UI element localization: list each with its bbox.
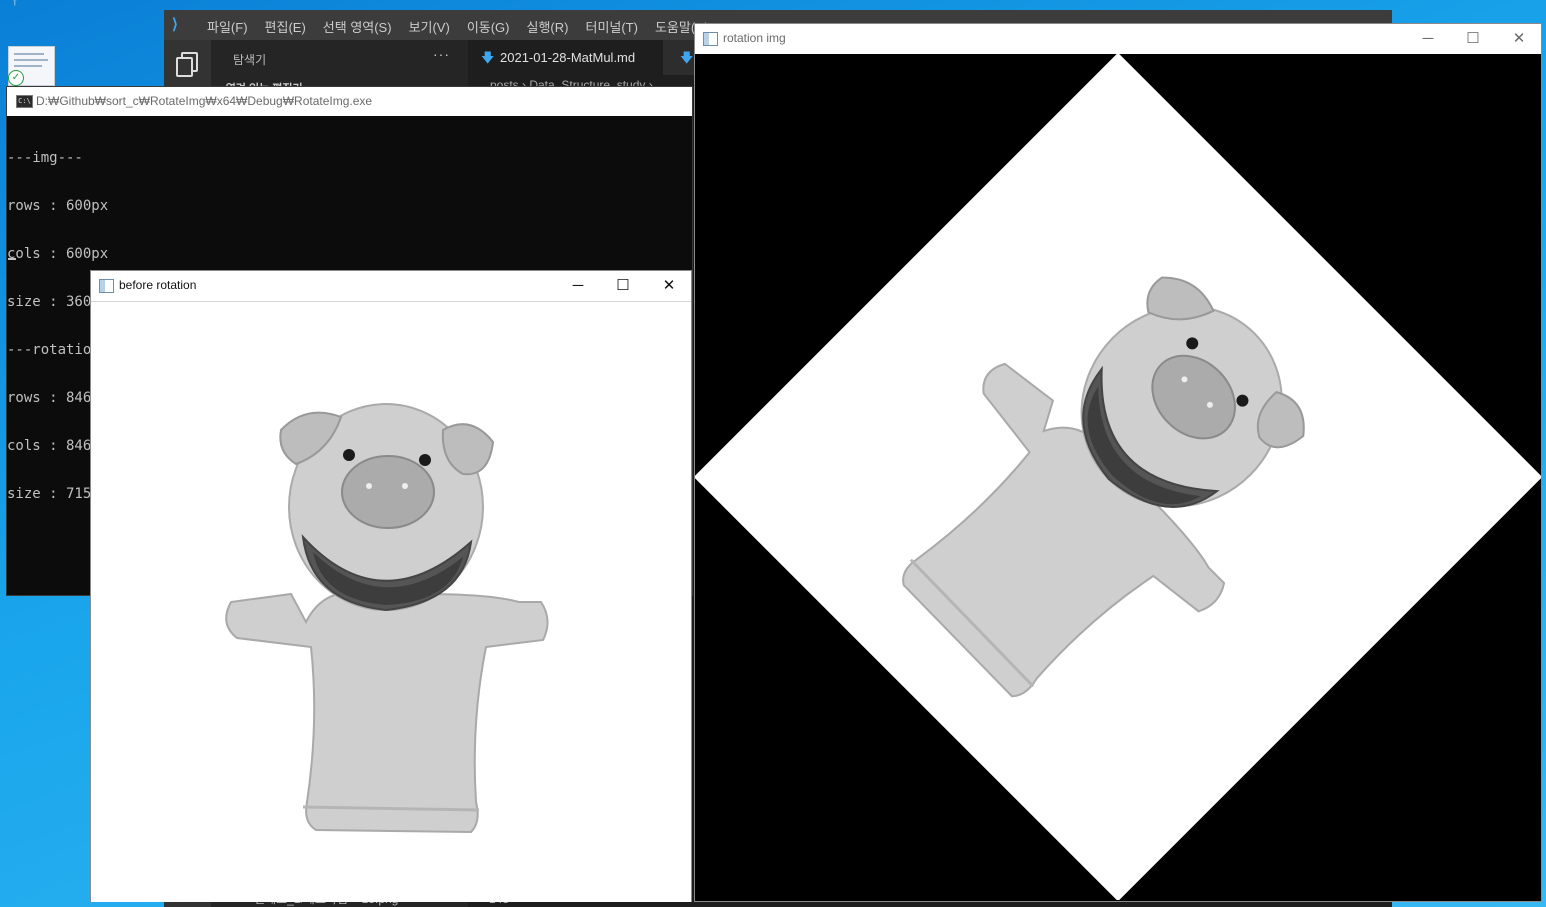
console-title: D:₩Github₩sort_c₩RotateImg₩x64₩Debug₩Rot… — [36, 94, 373, 108]
maximize-button[interactable]: ☐ — [600, 271, 646, 301]
vscode-menubar: 파일(F) 편집(E) 선택 영역(S) 보기(V) 이동(G) 실행(R) 터… — [207, 17, 709, 36]
close-button[interactable]: ✕ — [1496, 24, 1542, 54]
console-titlebar[interactable]: C:\ D:₩Github₩sort_c₩RotateImg₩x64₩Debug… — [7, 87, 692, 116]
before-titlebar[interactable]: before rotation ─ ☐ ✕ — [91, 271, 691, 302]
rotation-titlebar[interactable]: rotation img ─ ☐ ✕ — [695, 24, 1541, 54]
tab-matmul[interactable]: 🡇 2021-01-28-MatMul.md — [468, 40, 663, 75]
console-app-icon: C:\ — [16, 95, 33, 108]
menu-view[interactable]: 보기(V) — [409, 17, 450, 36]
desktop-corner-glyph: ↑ — [12, 0, 18, 8]
menu-go[interactable]: 이동(G) — [467, 17, 510, 36]
rotated-image — [695, 54, 1541, 900]
before-rotation-window: before rotation ─ ☐ ✕ — [90, 270, 692, 902]
rotation-img-window: rotation img ─ ☐ ✕ — [694, 23, 1542, 902]
minimize-button[interactable]: ─ — [555, 271, 601, 301]
menu-run[interactable]: 실행(R) — [527, 17, 569, 36]
sidebar-title: 탐색기 — [233, 53, 267, 67]
vscode-logo-icon: ⟩ — [172, 16, 178, 33]
rotated-image-content — [695, 54, 1541, 900]
sync-check-icon: ✓ — [8, 70, 24, 86]
console-line: ---img--- — [7, 150, 83, 166]
before-window-title: before rotation — [119, 278, 197, 292]
markdown-file-icon: 🡇 — [481, 50, 495, 65]
opencv-window-icon — [99, 279, 114, 293]
rotated-pig-puppet-image — [902, 276, 1305, 698]
sidebar-more-icon[interactable]: ··· — [433, 46, 450, 62]
original-image — [91, 302, 691, 902]
markdown-file-icon-2[interactable]: 🡇 — [680, 40, 693, 75]
close-button[interactable]: ✕ — [646, 271, 692, 301]
minimize-button[interactable]: ─ — [1405, 24, 1451, 54]
rotation-window-title: rotation img — [723, 31, 786, 45]
maximize-button[interactable]: ☐ — [1450, 24, 1496, 54]
menu-edit[interactable]: 편집(E) — [265, 17, 306, 36]
menu-selection[interactable]: 선택 영역(S) — [323, 17, 392, 36]
explorer-icon[interactable] — [176, 52, 198, 77]
console-line: rows : 600px — [7, 198, 109, 214]
console-cursor — [8, 258, 16, 260]
console-line: cols : 600px — [7, 246, 109, 262]
menu-file[interactable]: 파일(F) — [207, 17, 248, 36]
pig-puppet-image — [225, 403, 549, 834]
tab-label: 2021-01-28-MatMul.md — [500, 50, 636, 65]
opencv-window-icon — [703, 32, 718, 46]
menu-terminal[interactable]: 터미널(T) — [585, 17, 637, 36]
